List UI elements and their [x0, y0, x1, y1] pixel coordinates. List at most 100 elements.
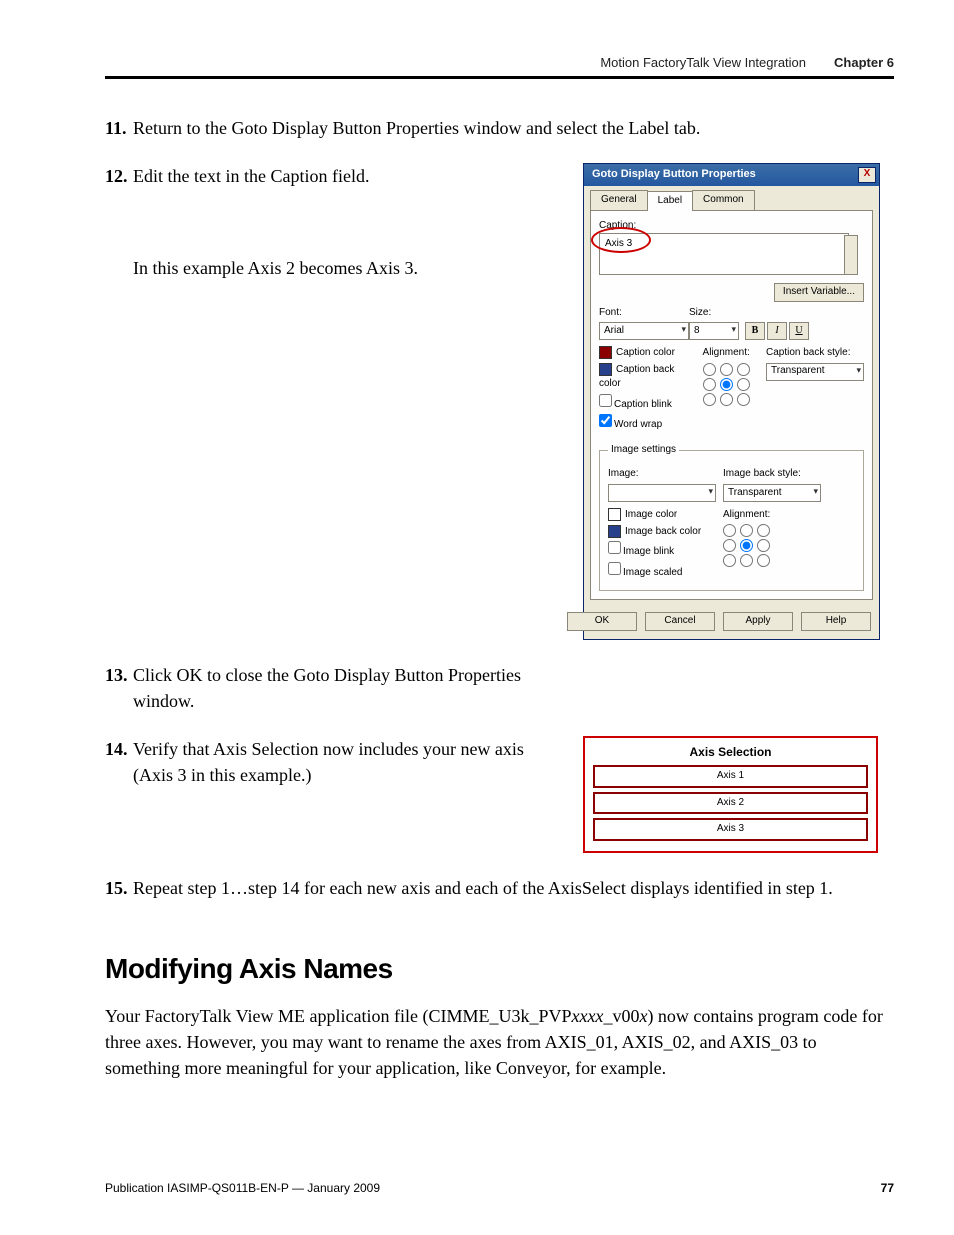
caption-label: Caption: — [599, 219, 864, 234]
color-swatch-icon — [608, 525, 621, 538]
axis-selection-panel: Axis Selection Axis 1 Axis 2 Axis 3 — [583, 736, 878, 853]
caption-blink-row[interactable]: Caption blink — [599, 394, 693, 413]
para-text: _v00 — [603, 1006, 639, 1026]
scrollbar[interactable] — [844, 235, 858, 275]
image-back-style-dropdown[interactable]: Transparent — [723, 484, 821, 502]
image-blink-row[interactable]: Image blink — [608, 541, 713, 560]
header-chapter: Chapter 6 — [834, 55, 894, 70]
align-radio[interactable] — [740, 539, 753, 552]
image-scaled-label: Image scaled — [623, 567, 682, 578]
align-radio[interactable] — [703, 393, 716, 406]
step-15: 15. Repeat step 1…step 14 for each new a… — [105, 875, 894, 901]
close-icon[interactable]: X — [858, 167, 876, 183]
align-radio[interactable] — [757, 554, 770, 567]
alignment-row-1 — [723, 524, 783, 537]
caption-back-style-dropdown[interactable]: Transparent — [766, 363, 864, 381]
tab-panel-label: Caption: Axis 3 Insert Variable... — [590, 210, 873, 601]
insert-variable-button[interactable]: Insert Variable... — [774, 283, 864, 302]
tab-general[interactable]: General — [590, 190, 648, 210]
axis-selection-title: Axis Selection — [593, 744, 868, 761]
axis-3-button[interactable]: Axis 3 — [593, 818, 868, 841]
step-12: 12. Edit the text in the Caption field. … — [105, 163, 894, 640]
font-label: Font: — [599, 306, 679, 321]
running-header: Motion FactoryTalk View Integration Chap… — [105, 55, 894, 70]
para-italic: xxxx — [571, 1006, 603, 1026]
underline-button[interactable]: U — [789, 322, 809, 340]
alignment-row-3 — [723, 554, 783, 567]
step-note: In this example Axis 2 becomes Axis 3. — [133, 255, 563, 281]
caption-blink-checkbox[interactable] — [599, 394, 612, 407]
caption-color-label: Caption color — [616, 347, 675, 358]
cancel-button[interactable]: Cancel — [645, 612, 715, 631]
step-11: 11. Return to the Goto Display Button Pr… — [105, 115, 894, 141]
alignment-row-2 — [703, 378, 756, 391]
dialog-tabs: General Label Common — [584, 186, 879, 210]
align-radio[interactable] — [740, 524, 753, 537]
align-radio[interactable] — [757, 524, 770, 537]
word-wrap-row[interactable]: Word wrap — [599, 414, 693, 433]
dialog-button-row: OK Cancel Apply Help — [584, 606, 879, 639]
image-back-color-row[interactable]: Image back color — [608, 525, 713, 540]
align-radio[interactable] — [757, 539, 770, 552]
bold-button[interactable]: B — [745, 322, 765, 340]
align-radio[interactable] — [737, 393, 750, 406]
caption-back-color-row[interactable]: Caption back color — [599, 363, 693, 392]
page-number: 77 — [881, 1181, 894, 1195]
caption-blink-label: Caption blink — [614, 399, 672, 410]
caption-input[interactable]: Axis 3 — [599, 233, 849, 275]
caption-area: Axis 3 — [599, 233, 864, 275]
page: Motion FactoryTalk View Integration Chap… — [0, 0, 954, 1235]
axis-1-button[interactable]: Axis 1 — [593, 765, 868, 788]
step-text: Verify that Axis Selection now includes … — [133, 736, 563, 788]
section-heading-modifying-axis-names: Modifying Axis Names — [105, 953, 894, 985]
size-dropdown[interactable]: 8 — [689, 322, 739, 340]
goto-display-properties-dialog: Goto Display Button Properties X General… — [583, 163, 880, 640]
image-color-label: Image color — [625, 509, 677, 520]
image-scaled-row[interactable]: Image scaled — [608, 562, 713, 581]
italic-button[interactable]: I — [767, 322, 787, 340]
word-wrap-checkbox[interactable] — [599, 414, 612, 427]
axis-2-button[interactable]: Axis 2 — [593, 792, 868, 815]
alignment-row-3 — [703, 393, 756, 406]
tab-label[interactable]: Label — [647, 191, 693, 211]
step-text: Click OK to close the Goto Display Butto… — [133, 662, 563, 714]
color-swatch-icon — [599, 346, 612, 359]
step-list: 11. Return to the Goto Display Button Pr… — [105, 115, 894, 901]
font-dropdown[interactable]: Arial — [599, 322, 689, 340]
ok-button[interactable]: OK — [567, 612, 637, 631]
align-radio[interactable] — [720, 363, 733, 376]
caption-back-style-label: Caption back style: — [766, 346, 864, 361]
image-blink-checkbox[interactable] — [608, 541, 621, 554]
dialog-title: Goto Display Button Properties — [592, 167, 756, 183]
alignment-row-2 — [723, 539, 783, 552]
step-number: 15. — [105, 875, 133, 900]
align-radio[interactable] — [740, 554, 753, 567]
word-wrap-label: Word wrap — [614, 419, 662, 430]
step-number: 12. — [105, 163, 133, 188]
apply-button[interactable]: Apply — [723, 612, 793, 631]
step-text: Return to the Goto Display Button Proper… — [133, 115, 894, 141]
caption-color-row[interactable]: Caption color — [599, 346, 693, 361]
image-scaled-checkbox[interactable] — [608, 562, 621, 575]
align-radio[interactable] — [723, 524, 736, 537]
section-paragraph: Your FactoryTalk View ME application fil… — [105, 1003, 894, 1081]
image-label: Image: — [608, 467, 713, 482]
image-dropdown[interactable] — [608, 484, 716, 502]
align-radio[interactable] — [737, 363, 750, 376]
step-body: Edit the text in the Caption field. In t… — [133, 163, 894, 640]
align-radio[interactable] — [723, 554, 736, 567]
help-button[interactable]: Help — [801, 612, 871, 631]
align-radio[interactable] — [720, 393, 733, 406]
font-style-buttons: B I U — [745, 322, 809, 340]
align-radio[interactable] — [720, 378, 733, 391]
step-number: 14. — [105, 736, 133, 761]
align-radio[interactable] — [703, 378, 716, 391]
tab-common[interactable]: Common — [692, 190, 755, 210]
image-color-row[interactable]: Image color — [608, 508, 713, 523]
align-radio[interactable] — [703, 363, 716, 376]
align-radio[interactable] — [723, 539, 736, 552]
align-radio[interactable] — [737, 378, 750, 391]
step-text: Repeat step 1…step 14 for each new axis … — [133, 875, 894, 901]
step-13: 13. Click OK to close the Goto Display B… — [105, 662, 894, 714]
image-blink-label: Image blink — [623, 546, 674, 557]
